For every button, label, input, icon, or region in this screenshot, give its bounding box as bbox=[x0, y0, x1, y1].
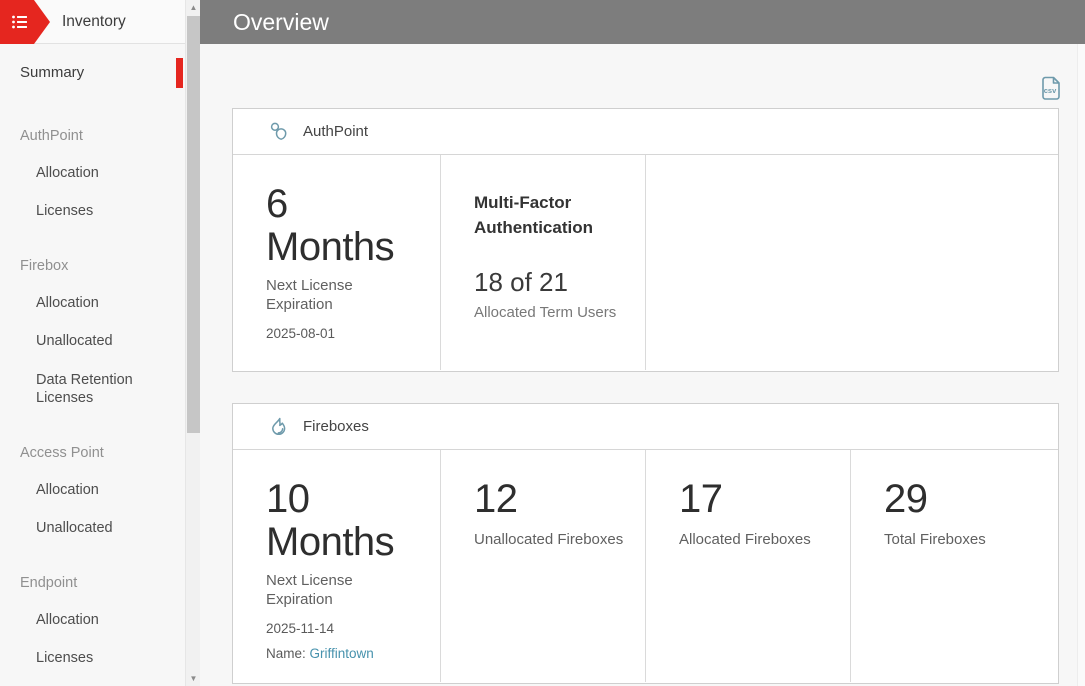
device-name-label: Name: bbox=[266, 646, 306, 661]
content-area: csv AuthPoint 6 Months Next License Expi… bbox=[200, 44, 1085, 686]
mfa-count: 18 of 21 bbox=[474, 267, 627, 298]
sidebar-section-label: Firebox bbox=[0, 258, 183, 274]
sidebar-nav: Summary AuthPoint Allocation Licenses Fi… bbox=[0, 44, 200, 667]
svg-text:csv: csv bbox=[1044, 86, 1057, 95]
total-fireboxes-value: 29 bbox=[884, 478, 1040, 521]
fireboxes-card-body: 10 Months Next License Expiration 2025-1… bbox=[233, 450, 1058, 682]
device-name-link[interactable]: Griffintown bbox=[310, 646, 374, 661]
fireboxes-card-title: Fireboxes bbox=[303, 418, 369, 435]
sidebar-item-firebox-allocation[interactable]: Allocation bbox=[0, 294, 176, 312]
fireboxes-expiration-label: Next License Expiration bbox=[266, 572, 391, 610]
sidebar-scrollbar[interactable]: ▲ ▼ bbox=[185, 0, 200, 686]
sidebar-title: Inventory bbox=[62, 0, 126, 44]
fireboxes-card-header: Fireboxes bbox=[233, 404, 1058, 450]
sidebar: Inventory Summary AuthPoint Allocation L… bbox=[0, 0, 200, 686]
fireboxes-expiration-date: 2025-11-14 bbox=[266, 621, 422, 636]
sidebar-section-endpoint: Endpoint Allocation Licenses bbox=[0, 575, 183, 667]
authpoint-users-icon bbox=[266, 120, 290, 144]
authpoint-expiration-label: Next License Expiration bbox=[266, 277, 391, 315]
authpoint-empty-cell bbox=[646, 155, 1058, 370]
fireboxes-expiring-device: Name: Griffintown bbox=[266, 646, 422, 661]
sidebar-item-endpoint-allocation[interactable]: Allocation bbox=[0, 611, 176, 629]
sidebar-item-summary[interactable]: Summary bbox=[0, 56, 183, 90]
sidebar-item-endpoint-licenses[interactable]: Licenses bbox=[0, 649, 176, 667]
sidebar-section-firebox: Firebox Allocation Unallocated Data Rete… bbox=[0, 258, 183, 407]
sidebar-item-authpoint-allocation[interactable]: Allocation bbox=[0, 164, 176, 182]
sidebar-section-label: AuthPoint bbox=[0, 128, 183, 144]
fireboxes-card: Fireboxes 10 Months Next License Expirat… bbox=[232, 403, 1059, 684]
inventory-pennant[interactable] bbox=[0, 0, 50, 44]
firebox-flame-icon bbox=[266, 415, 290, 439]
page-header: Overview bbox=[200, 0, 1085, 44]
allocated-fireboxes-cell: 17 Allocated Fireboxes bbox=[646, 450, 851, 682]
sidebar-section-label: Access Point bbox=[0, 445, 183, 461]
scroll-down-arrow-icon[interactable]: ▼ bbox=[186, 671, 201, 686]
total-fireboxes-cell: 29 Total Fireboxes bbox=[851, 450, 1058, 682]
authpoint-expiration-cell: 6 Months Next License Expiration 2025-08… bbox=[233, 155, 441, 370]
allocated-fireboxes-label: Allocated Fireboxes bbox=[679, 531, 831, 550]
allocated-fireboxes-value: 17 bbox=[679, 478, 832, 521]
expiration-number: 6 bbox=[266, 183, 422, 226]
export-csv-button[interactable]: csv bbox=[1037, 74, 1063, 102]
sidebar-header: Inventory bbox=[0, 0, 200, 44]
authpoint-expiration-date: 2025-08-01 bbox=[266, 326, 422, 341]
authpoint-card-body: 6 Months Next License Expiration 2025-08… bbox=[233, 155, 1058, 370]
sidebar-item-access-point-allocation[interactable]: Allocation bbox=[0, 481, 176, 499]
authpoint-expiration-value: 6 Months bbox=[266, 183, 422, 269]
unallocated-fireboxes-label: Unallocated Fireboxes bbox=[474, 531, 626, 550]
list-menu-icon bbox=[8, 10, 32, 34]
sidebar-section-authpoint: AuthPoint Allocation Licenses bbox=[0, 128, 183, 220]
page-title: Overview bbox=[200, 0, 1085, 44]
authpoint-card-header: AuthPoint bbox=[233, 109, 1058, 155]
sidebar-section-label: Endpoint bbox=[0, 575, 183, 591]
scroll-up-arrow-icon[interactable]: ▲ bbox=[186, 0, 201, 15]
sidebar-section-access-point: Access Point Allocation Unallocated bbox=[0, 445, 183, 537]
unallocated-fireboxes-value: 12 bbox=[474, 478, 627, 521]
expiration-unit: Months bbox=[266, 521, 422, 564]
fireboxes-expiration-cell: 10 Months Next License Expiration 2025-1… bbox=[233, 450, 441, 682]
total-fireboxes-label: Total Fireboxes bbox=[884, 531, 1036, 550]
authpoint-card-title: AuthPoint bbox=[303, 123, 368, 140]
authpoint-mfa-cell: Multi-Factor Authentication 18 of 21 All… bbox=[441, 155, 646, 370]
mfa-title: Multi-Factor Authentication bbox=[474, 191, 624, 240]
expiration-number: 10 bbox=[266, 478, 422, 521]
expiration-unit: Months bbox=[266, 226, 422, 269]
unallocated-fireboxes-cell: 12 Unallocated Fireboxes bbox=[441, 450, 646, 682]
content-scrollbar[interactable] bbox=[1077, 44, 1085, 686]
sidebar-item-firebox-unallocated[interactable]: Unallocated bbox=[0, 332, 176, 350]
sidebar-item-authpoint-licenses[interactable]: Licenses bbox=[0, 202, 176, 220]
csv-file-icon: csv bbox=[1037, 74, 1063, 102]
sidebar-item-firebox-data-retention-licenses[interactable]: Data Retention Licenses bbox=[0, 371, 176, 407]
selected-indicator bbox=[176, 58, 183, 88]
sidebar-scrollbar-thumb[interactable] bbox=[187, 16, 200, 433]
sidebar-item-access-point-unallocated[interactable]: Unallocated bbox=[0, 519, 176, 537]
authpoint-card: AuthPoint 6 Months Next License Expirati… bbox=[232, 108, 1059, 372]
sidebar-item-label: Summary bbox=[20, 64, 84, 81]
mfa-label: Allocated Term Users bbox=[474, 304, 627, 321]
fireboxes-expiration-value: 10 Months bbox=[266, 478, 422, 564]
